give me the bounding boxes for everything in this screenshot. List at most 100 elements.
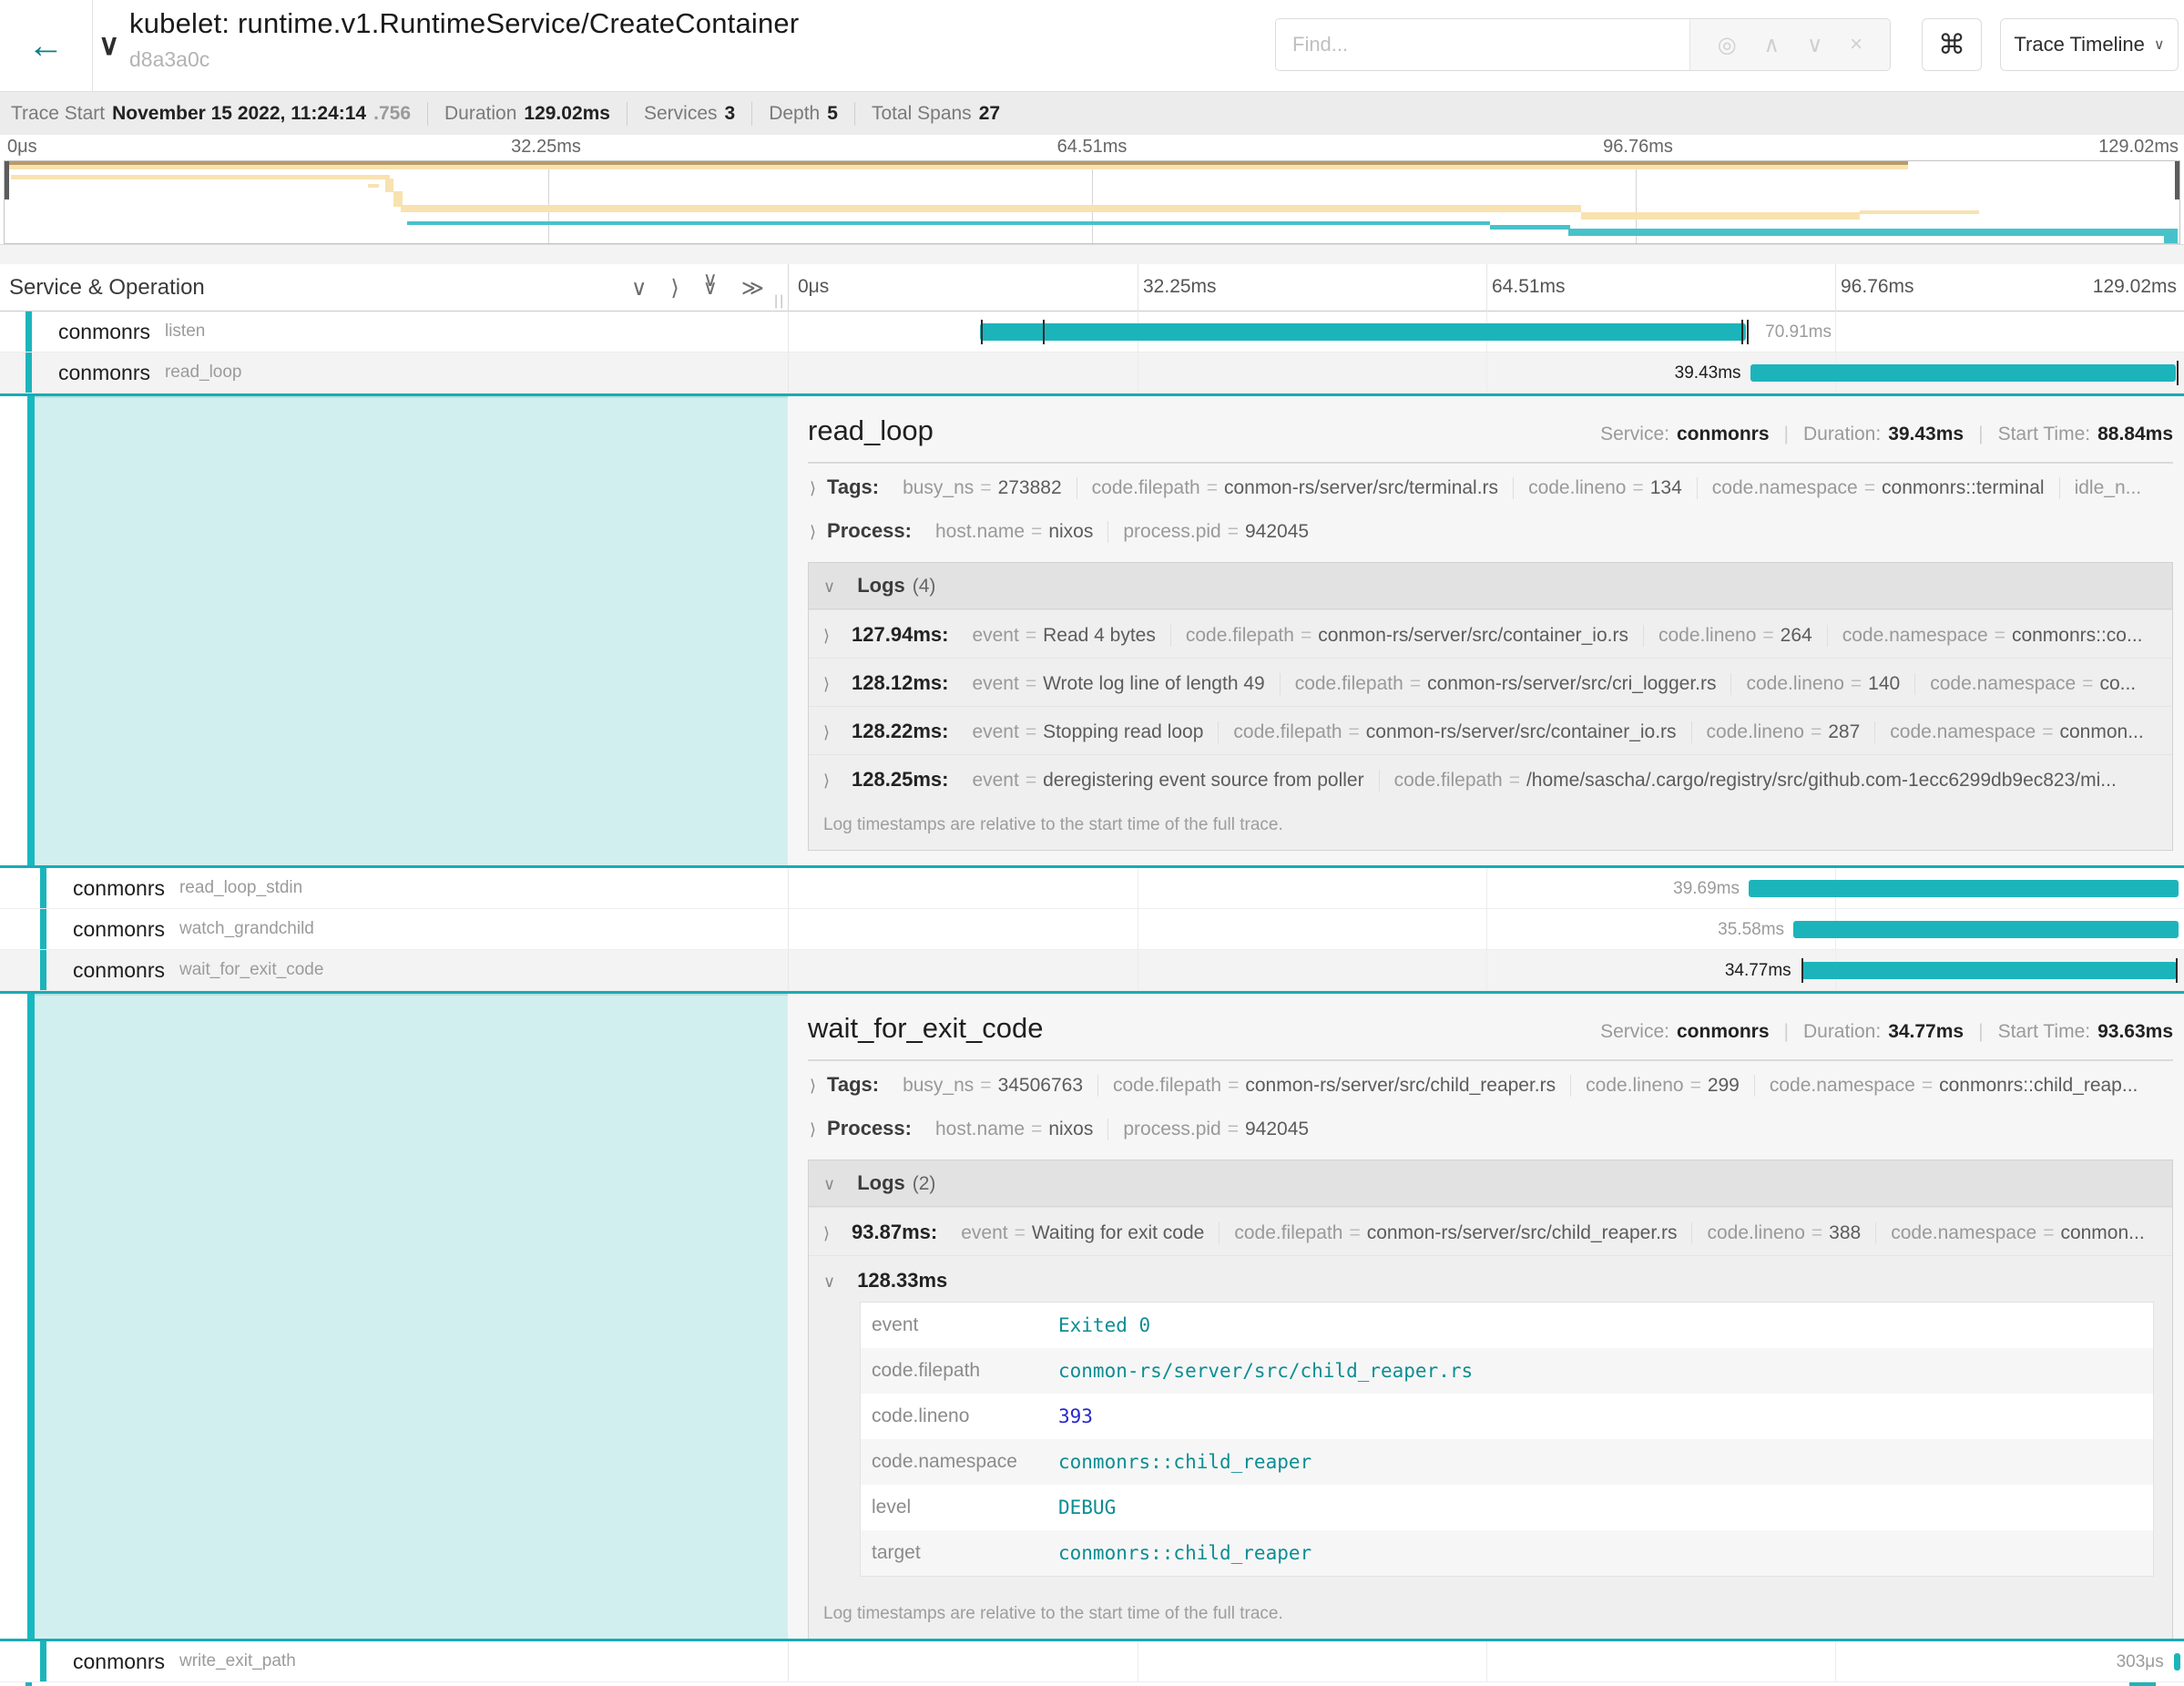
span-timeline-cell[interactable]: 70.91ms (788, 312, 2184, 352)
span-table-header: Service & Operation ∨ ⟩ ∨∨ ≫ || 0μs 32.2… (0, 264, 2184, 312)
find-input[interactable] (1276, 19, 1689, 70)
span-duration-label: 70.91ms (1765, 322, 1832, 342)
span-name-column[interactable]: conmonrs read_loop (0, 353, 788, 393)
title-collapse-toggle[interactable]: ∨ (98, 27, 119, 62)
log-entry[interactable]: ⟩ 128.22ms: event=Stopping read loop cod… (809, 706, 2172, 754)
chevron-down-icon: ∨ (98, 28, 119, 61)
expand-one-icon[interactable]: ⟩ (670, 275, 679, 301)
find-clear-icon[interactable]: × (1850, 32, 1863, 57)
service-name: conmonrs (58, 361, 150, 385)
span-timeline-cell[interactable]: 39.69ms (788, 868, 2184, 908)
process-chips: host.name=nixos process.pid=942045 (921, 1119, 1323, 1140)
back-button[interactable]: ← (0, 0, 93, 91)
log-marker (1043, 320, 1045, 344)
span-timeline-cell[interactable]: 39.43ms (788, 353, 2184, 393)
minimap-canvas[interactable] (4, 160, 2180, 244)
tags-accordion[interactable]: ⟩ Tags: busy_ns=34506763 code.filepath=c… (808, 1061, 2173, 1105)
span-name-column[interactable]: conmonrs write_exit_path (0, 1641, 788, 1681)
span-timeline-cell[interactable]: 303μs (788, 1641, 2184, 1681)
tags-accordion[interactable]: ⟩ Tags: busy_ns=273882 code.filepath=con… (808, 464, 2173, 507)
log-entry[interactable]: ⟩ 127.94ms: event=Read 4 bytes code.file… (809, 609, 2172, 658)
summary-services: Services3 (644, 103, 735, 125)
trace-id: d8a3a0c (129, 47, 799, 72)
span-name-column[interactable]: conmonrs watch_grandchild (0, 909, 788, 949)
expand-all-icon[interactable]: ≫ (741, 275, 764, 301)
find-prev-icon[interactable]: ∧ (1763, 32, 1780, 58)
detail-title: wait_for_exit_code (808, 1012, 1044, 1045)
collapse-one-icon[interactable]: ∨ (631, 275, 648, 301)
operation-name: read_loop (165, 363, 242, 383)
operation-name: listen (165, 322, 205, 342)
span-name-column[interactable]: conmonrs wait_for_exit_code (0, 950, 788, 990)
minimap-span-segment (5, 161, 1908, 169)
span-bar[interactable] (1801, 962, 2177, 979)
log-entry[interactable]: ⟩ 93.87ms: event=Waiting for exit code c… (809, 1207, 2172, 1255)
span-row-read-loop[interactable]: conmonrs read_loop 39.43ms (0, 353, 2184, 393)
minimap-gridline (1092, 161, 1093, 243)
minimap-span-segment (1568, 229, 2178, 236)
chevron-down-icon: ∨ (823, 577, 835, 597)
span-id-row: SpanID:5faf48165428c37a (808, 851, 2173, 865)
back-arrow-icon: ← (28, 26, 65, 66)
trace-summary-bar: Trace StartNovember 15 2022, 11:24:14.75… (0, 91, 2184, 135)
clipped-next-row (0, 1682, 2184, 1686)
keyboard-shortcuts-button[interactable]: ⌘ (1922, 18, 1982, 71)
chevron-right-icon: ⟩ (810, 1077, 816, 1096)
process-accordion[interactable]: ⟩ Process: host.name=nixos process.pid=9… (808, 1105, 2173, 1149)
find-tools: ◎ ∧ ∨ × (1689, 19, 1890, 70)
collapse-all-icon[interactable]: ∨∨ (703, 275, 718, 301)
command-icon: ⌘ (1938, 29, 1965, 61)
span-row-wait-for-exit-code[interactable]: conmonrs wait_for_exit_code 34.77ms (0, 950, 2184, 991)
chevron-right-icon: ⟩ (823, 723, 830, 742)
chevron-right-icon: ⟩ (823, 627, 830, 646)
find-match-icon[interactable]: ◎ (1718, 32, 1737, 58)
span-name-column[interactable]: conmonrs read_loop_stdin (0, 868, 788, 908)
span-timeline-cell[interactable]: 34.77ms (788, 950, 2184, 990)
logs-accordion-header[interactable]: ∨ Logs (4) (809, 563, 2172, 609)
span-bar[interactable] (2174, 1653, 2180, 1671)
span-bar[interactable] (1749, 880, 2179, 897)
column-resize-handle[interactable]: || (774, 293, 785, 310)
span-row-write-exit-path[interactable]: conmonrs write_exit_path 303μs (0, 1641, 2184, 1682)
span-timeline-cell[interactable]: 35.58ms (788, 909, 2184, 949)
span-bar[interactable] (1793, 921, 2179, 938)
log-marker (1801, 958, 1803, 983)
span-bar[interactable] (980, 323, 1746, 341)
tag-chips: busy_ns=34506763 code.filepath=conmon-rs… (888, 1075, 2152, 1097)
logs-accordion-header[interactable]: ∨ Logs (2) (809, 1160, 2172, 1207)
span-bar[interactable] (1750, 364, 2176, 382)
minimap-drag-handle-left[interactable] (5, 161, 9, 199)
process-chips: host.name=nixos process.pid=942045 (921, 521, 1323, 543)
log-marker (2176, 958, 2178, 983)
log-entry[interactable]: ⟩ 128.25ms: event=deregistering event so… (809, 754, 2172, 802)
find-next-icon[interactable]: ∨ (1807, 32, 1823, 58)
operation-name: write_exit_path (179, 1651, 296, 1671)
span-row-listen[interactable]: conmonrs listen 70.91ms (0, 312, 2184, 353)
log-entry-expanded[interactable]: ∨ 128.33ms eventExited 0 code.filepathco… (809, 1255, 2172, 1591)
minimap-drag-handle-right[interactable] (2175, 161, 2179, 199)
log-field-row: code.namespaceconmonrs::child_reaper (861, 1439, 2153, 1485)
timeline-ruler: 0μs 32.25ms 64.51ms 96.76ms 129.02ms (788, 264, 2184, 312)
view-selector-button[interactable]: Trace Timeline ∨ (2000, 18, 2179, 71)
span-row-read-loop-stdin[interactable]: conmonrs read_loop_stdin 39.69ms (0, 868, 2184, 909)
operation-name: watch_grandchild (179, 919, 314, 939)
summary-total-spans: Total Spans27 (872, 103, 1000, 125)
detail-title: read_loop (808, 414, 934, 447)
service-color-indicator (26, 353, 32, 393)
span-duration-label: 35.58ms (1718, 920, 1784, 940)
operation-name: wait_for_exit_code (179, 960, 323, 980)
span-name-column[interactable]: conmonrs listen (0, 312, 788, 352)
log-entry[interactable]: ⟩ 128.12ms: event=Wrote log line of leng… (809, 658, 2172, 706)
minimap-gridline (548, 161, 549, 243)
chevron-right-icon: ⟩ (823, 675, 830, 694)
summary-duration: Duration129.02ms (444, 103, 610, 125)
span-row-watch-grandchild[interactable]: conmonrs watch_grandchild 35.58ms (0, 909, 2184, 950)
service-color-indicator (40, 909, 46, 949)
tag-chips: busy_ns=273882 code.filepath=conmon-rs/s… (888, 477, 2169, 499)
process-accordion[interactable]: ⟩ Process: host.name=nixos process.pid=9… (808, 507, 2173, 551)
chevron-down-icon: ∨ (823, 1175, 835, 1194)
span-detail-wait-for-exit-code: wait_for_exit_code Service:conmonrs | Du… (0, 991, 2184, 1641)
minimap-span-segment (368, 184, 379, 188)
log-marker (1747, 320, 1749, 344)
logs-footnote: Log timestamps are relative to the start… (809, 802, 2172, 850)
